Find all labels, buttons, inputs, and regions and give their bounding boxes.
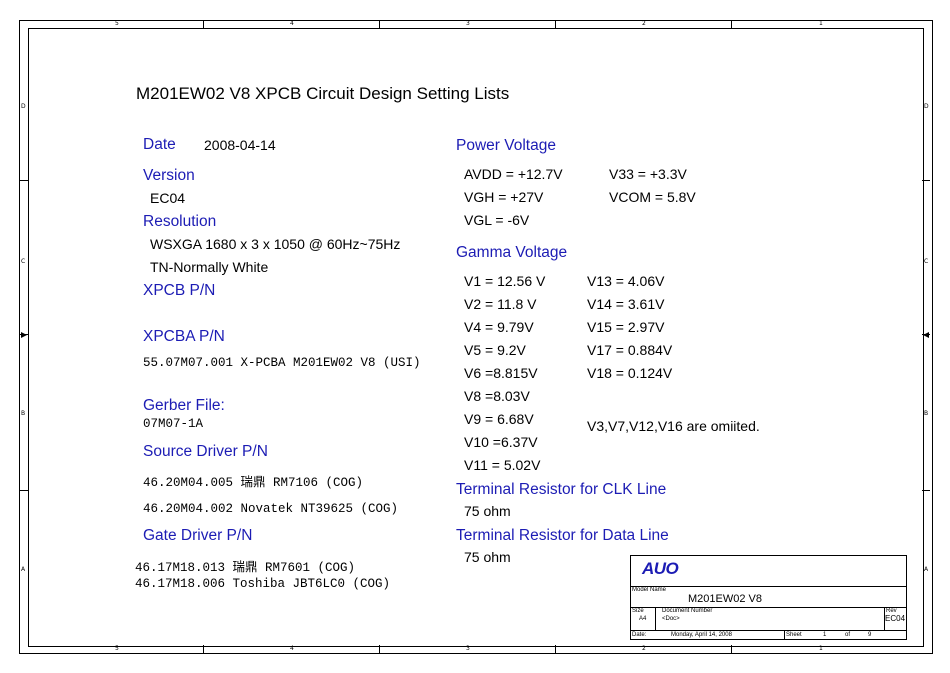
title-block-divider xyxy=(784,630,785,640)
border-tick xyxy=(922,490,930,491)
gamma-value: V6 =8.815V xyxy=(464,365,538,381)
size-value: A4 xyxy=(639,616,647,622)
xpcb-label: XPCB P/N xyxy=(143,282,216,299)
zone-label: C xyxy=(21,258,26,265)
border-tick xyxy=(731,645,732,653)
power-value: VCOM = 5.8V xyxy=(609,189,696,205)
power-voltage-label: Power Voltage xyxy=(456,137,556,154)
rev-value: EC04 xyxy=(885,614,906,623)
zone-label: 1 xyxy=(819,20,823,27)
gamma-value: V1 = 12.56 V xyxy=(464,273,546,289)
zone-label: 1 xyxy=(819,645,823,652)
gamma-value: V11 = 5.02V xyxy=(464,457,541,473)
xpcba-label: XPCBA P/N xyxy=(143,328,225,345)
gate-driver-value: 46.17M18.013 瑞鼎 RM7601 (COG) xyxy=(135,561,356,575)
gerber-value: 07M07-1A xyxy=(143,417,204,431)
gamma-voltage-label: Gamma Voltage xyxy=(456,244,568,261)
border-tick xyxy=(731,20,732,28)
clk-resistor-label: Terminal Resistor for CLK Line xyxy=(456,481,667,498)
sheet-number: 1 xyxy=(823,632,827,638)
zone-label: D xyxy=(21,103,26,110)
date-label: Date: xyxy=(632,632,647,638)
zone-label: C xyxy=(924,258,929,265)
document-number-label: Document Number xyxy=(662,608,713,614)
zone-label: 2 xyxy=(642,645,646,652)
gamma-value: V15 = 2.97V xyxy=(587,319,665,335)
source-driver-label: Source Driver P/N xyxy=(143,443,268,460)
zone-label: A xyxy=(924,566,929,573)
clk-resistor-value: 75 ohm xyxy=(464,503,511,519)
sheet-label: Sheet xyxy=(786,632,802,638)
data-resistor-label: Terminal Resistor for Data Line xyxy=(456,527,669,544)
title-block-divider xyxy=(655,607,656,630)
power-value: VGL = -6V xyxy=(464,212,530,228)
zone-label: 5 xyxy=(115,645,119,652)
xpcba-value: 55.07M07.001 X-PCBA M201EW02 V8 (USI) xyxy=(143,356,421,370)
gamma-value: V14 = 3.61V xyxy=(587,296,665,312)
data-resistor-value: 75 ohm xyxy=(464,549,511,565)
border-tick xyxy=(203,20,204,28)
center-arrow-icon xyxy=(21,332,27,338)
zone-label: 2 xyxy=(642,20,646,27)
gamma-value: V10 =6.37V xyxy=(464,434,538,450)
of-label: of xyxy=(845,632,851,638)
date-label: Date xyxy=(143,136,176,153)
gamma-value: V8 =8.03V xyxy=(464,388,530,404)
date-value: Monday, April 14, 2008 xyxy=(671,632,732,638)
zone-label: A xyxy=(21,566,26,573)
version-label: Version xyxy=(143,167,195,184)
version-value: EC04 xyxy=(150,190,186,206)
zone-label: 3 xyxy=(466,645,470,652)
border-tick xyxy=(379,20,380,28)
gerber-label: Gerber File: xyxy=(143,397,225,414)
gate-driver-value: 46.17M18.006 Toshiba JBT6LC0 (COG) xyxy=(135,577,391,591)
zone-label: 4 xyxy=(290,20,294,27)
resolution-label: Resolution xyxy=(143,213,217,230)
resolution-value: TN-Normally White xyxy=(150,259,269,275)
source-driver-value: 46.20M04.002 Novatek NT39625 (COG) xyxy=(143,502,399,516)
border-tick xyxy=(20,490,28,491)
zone-label: 4 xyxy=(290,645,294,652)
document-number-value: <Doc> xyxy=(662,616,680,622)
date-value: 2008-04-14 xyxy=(204,137,276,153)
border-tick xyxy=(20,180,28,181)
power-value: VGH = +27V xyxy=(464,189,544,205)
gate-driver-label: Gate Driver P/N xyxy=(143,527,253,544)
resolution-value: WSXGA 1680 x 3 x 1050 @ 60Hz~75Hz xyxy=(150,236,401,252)
sheet-total: 9 xyxy=(868,632,872,638)
gamma-value: V17 = 0.884V xyxy=(587,342,673,358)
source-driver-value: 46.20M04.005 瑞鼎 RM7106 (COG) xyxy=(143,476,364,490)
zone-label: 5 xyxy=(115,20,119,27)
gamma-value: V18 = 0.124V xyxy=(587,365,673,381)
power-value: V33 = +3.3V xyxy=(609,166,687,182)
border-tick xyxy=(555,20,556,28)
border-tick xyxy=(203,645,204,653)
auo-logo: AUO xyxy=(642,559,679,578)
model-name-value: M201EW02 V8 xyxy=(688,593,762,605)
zone-label: B xyxy=(21,410,26,417)
gamma-value: V2 = 11.8 V xyxy=(464,296,537,312)
gamma-value: V13 = 4.06V xyxy=(587,273,665,289)
document-title: M201EW02 V8 XPCB Circuit Design Setting … xyxy=(136,84,510,103)
model-name-label: Model Name xyxy=(632,587,667,593)
size-label: Size xyxy=(632,608,644,614)
gamma-value: V4 = 9.79V xyxy=(464,319,534,335)
zone-label: 3 xyxy=(466,20,470,27)
title-block-divider xyxy=(630,586,907,587)
center-arrow-icon xyxy=(923,332,929,338)
border-tick xyxy=(555,645,556,653)
power-value: AVDD = +12.7V xyxy=(464,166,563,182)
title-block-divider xyxy=(630,630,907,631)
gamma-value: V5 = 9.2V xyxy=(464,342,526,358)
border-tick xyxy=(922,180,930,181)
border-tick xyxy=(379,645,380,653)
gamma-value: V9 = 6.68V xyxy=(464,411,534,427)
gamma-note: V3,V7,V12,V16 are omiited. xyxy=(587,418,760,434)
zone-label: B xyxy=(924,410,929,417)
zone-label: D xyxy=(924,103,929,110)
